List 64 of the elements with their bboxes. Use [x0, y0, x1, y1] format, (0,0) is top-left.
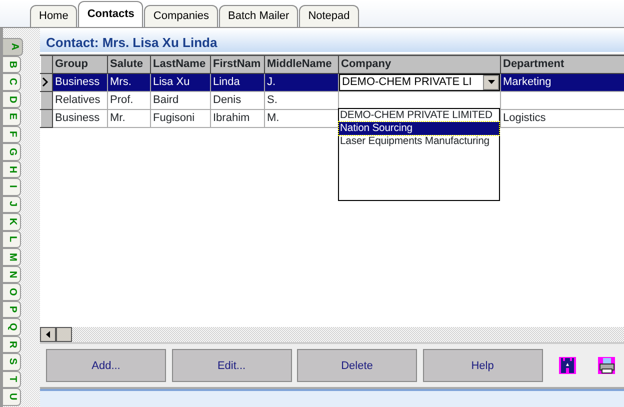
letter-tab[interactable]: K [3, 213, 21, 230]
castle-icon[interactable] [559, 357, 576, 374]
table-cell: Business [52, 73, 108, 91]
column-header[interactable]: LastName [150, 56, 210, 73]
tab[interactable]: Companies [144, 5, 218, 27]
letter-tab[interactable]: A [3, 38, 23, 56]
left-arrow-icon [46, 331, 50, 338]
letter-tab[interactable]: N [3, 266, 21, 283]
column-header[interactable]: Department [500, 56, 624, 73]
company-combo-field[interactable]: DEMO-CHEM PRIVATE LI [340, 74, 500, 90]
letter-tab[interactable]: U [3, 388, 21, 406]
scroll-left-button[interactable] [40, 327, 56, 342]
letter-tab[interactable]: S [3, 353, 21, 370]
letter-tab[interactable]: T [3, 370, 21, 388]
printer-icon[interactable] [598, 357, 615, 374]
column-header[interactable]: Group [52, 56, 108, 73]
dropdown-arrow-icon [488, 80, 494, 84]
column-header[interactable]: MiddleName [264, 56, 338, 73]
column-header[interactable]: FirstNam [210, 56, 264, 73]
table-cell: Prof. [108, 91, 150, 109]
table-cell: Lisa Xu [150, 73, 210, 91]
tab[interactable]: Home [30, 5, 78, 27]
table-cell: Business [52, 109, 108, 127]
table-cell: S. [264, 91, 338, 109]
table-cell: Denis [210, 91, 264, 109]
action-button[interactable]: Help [422, 349, 542, 382]
action-button[interactable]: Delete [297, 349, 417, 382]
table-cell: Linda [210, 73, 264, 91]
letter-tab[interactable]: P [3, 300, 21, 318]
column-header[interactable]: Company [338, 56, 500, 73]
action-button[interactable]: Add... [46, 349, 166, 382]
tab[interactable]: Batch Mailer [219, 5, 298, 27]
letter-tab[interactable]: B [3, 56, 21, 73]
table-cell: Ibrahim [210, 109, 264, 127]
table-cell: J. [264, 73, 338, 91]
tab[interactable]: Contacts [78, 1, 144, 27]
table-cell: Baird [150, 91, 210, 109]
letter-tab[interactable]: F [3, 126, 21, 143]
field-value: DEMO-CHEM PRIVATE LI [342, 74, 472, 90]
dropdown-button[interactable] [483, 74, 499, 90]
letter-tab[interactable]: Q [3, 318, 21, 336]
letter-tab[interactable]: L [3, 230, 21, 248]
tab[interactable]: Notepad [299, 5, 359, 27]
table-cell: Relatives [52, 91, 108, 109]
letter-tab[interactable]: E [3, 108, 21, 126]
letter-tab[interactable]: G [3, 143, 21, 160]
column-header[interactable]: Salute [108, 56, 150, 73]
table-cell: Mr. [108, 109, 150, 127]
dropdown-option[interactable]: Nation Sourcing [339, 122, 499, 135]
table-cell: Fugisoni [150, 109, 210, 127]
panel-title: Contact: Mrs. Lisa Xu Linda [40, 28, 624, 54]
table-cell: Marketing [500, 73, 624, 91]
table-cell: Mrs. [108, 73, 150, 91]
letter-tab[interactable]: H [3, 160, 21, 178]
letter-tab[interactable]: J [3, 196, 21, 213]
letter-tab[interactable]: I [3, 178, 21, 196]
letter-tab[interactable]: D [3, 90, 21, 108]
dropdown-option[interactable]: Laser Equipments Manufacturing [339, 135, 499, 148]
letter-tab[interactable]: R [3, 336, 21, 353]
scroll-thumb[interactable] [56, 327, 72, 342]
letter-tab[interactable]: M [3, 248, 21, 266]
letter-tab[interactable]: O [3, 283, 21, 300]
action-button[interactable]: Edit... [172, 349, 292, 382]
letter-tab[interactable]: C [3, 73, 21, 90]
